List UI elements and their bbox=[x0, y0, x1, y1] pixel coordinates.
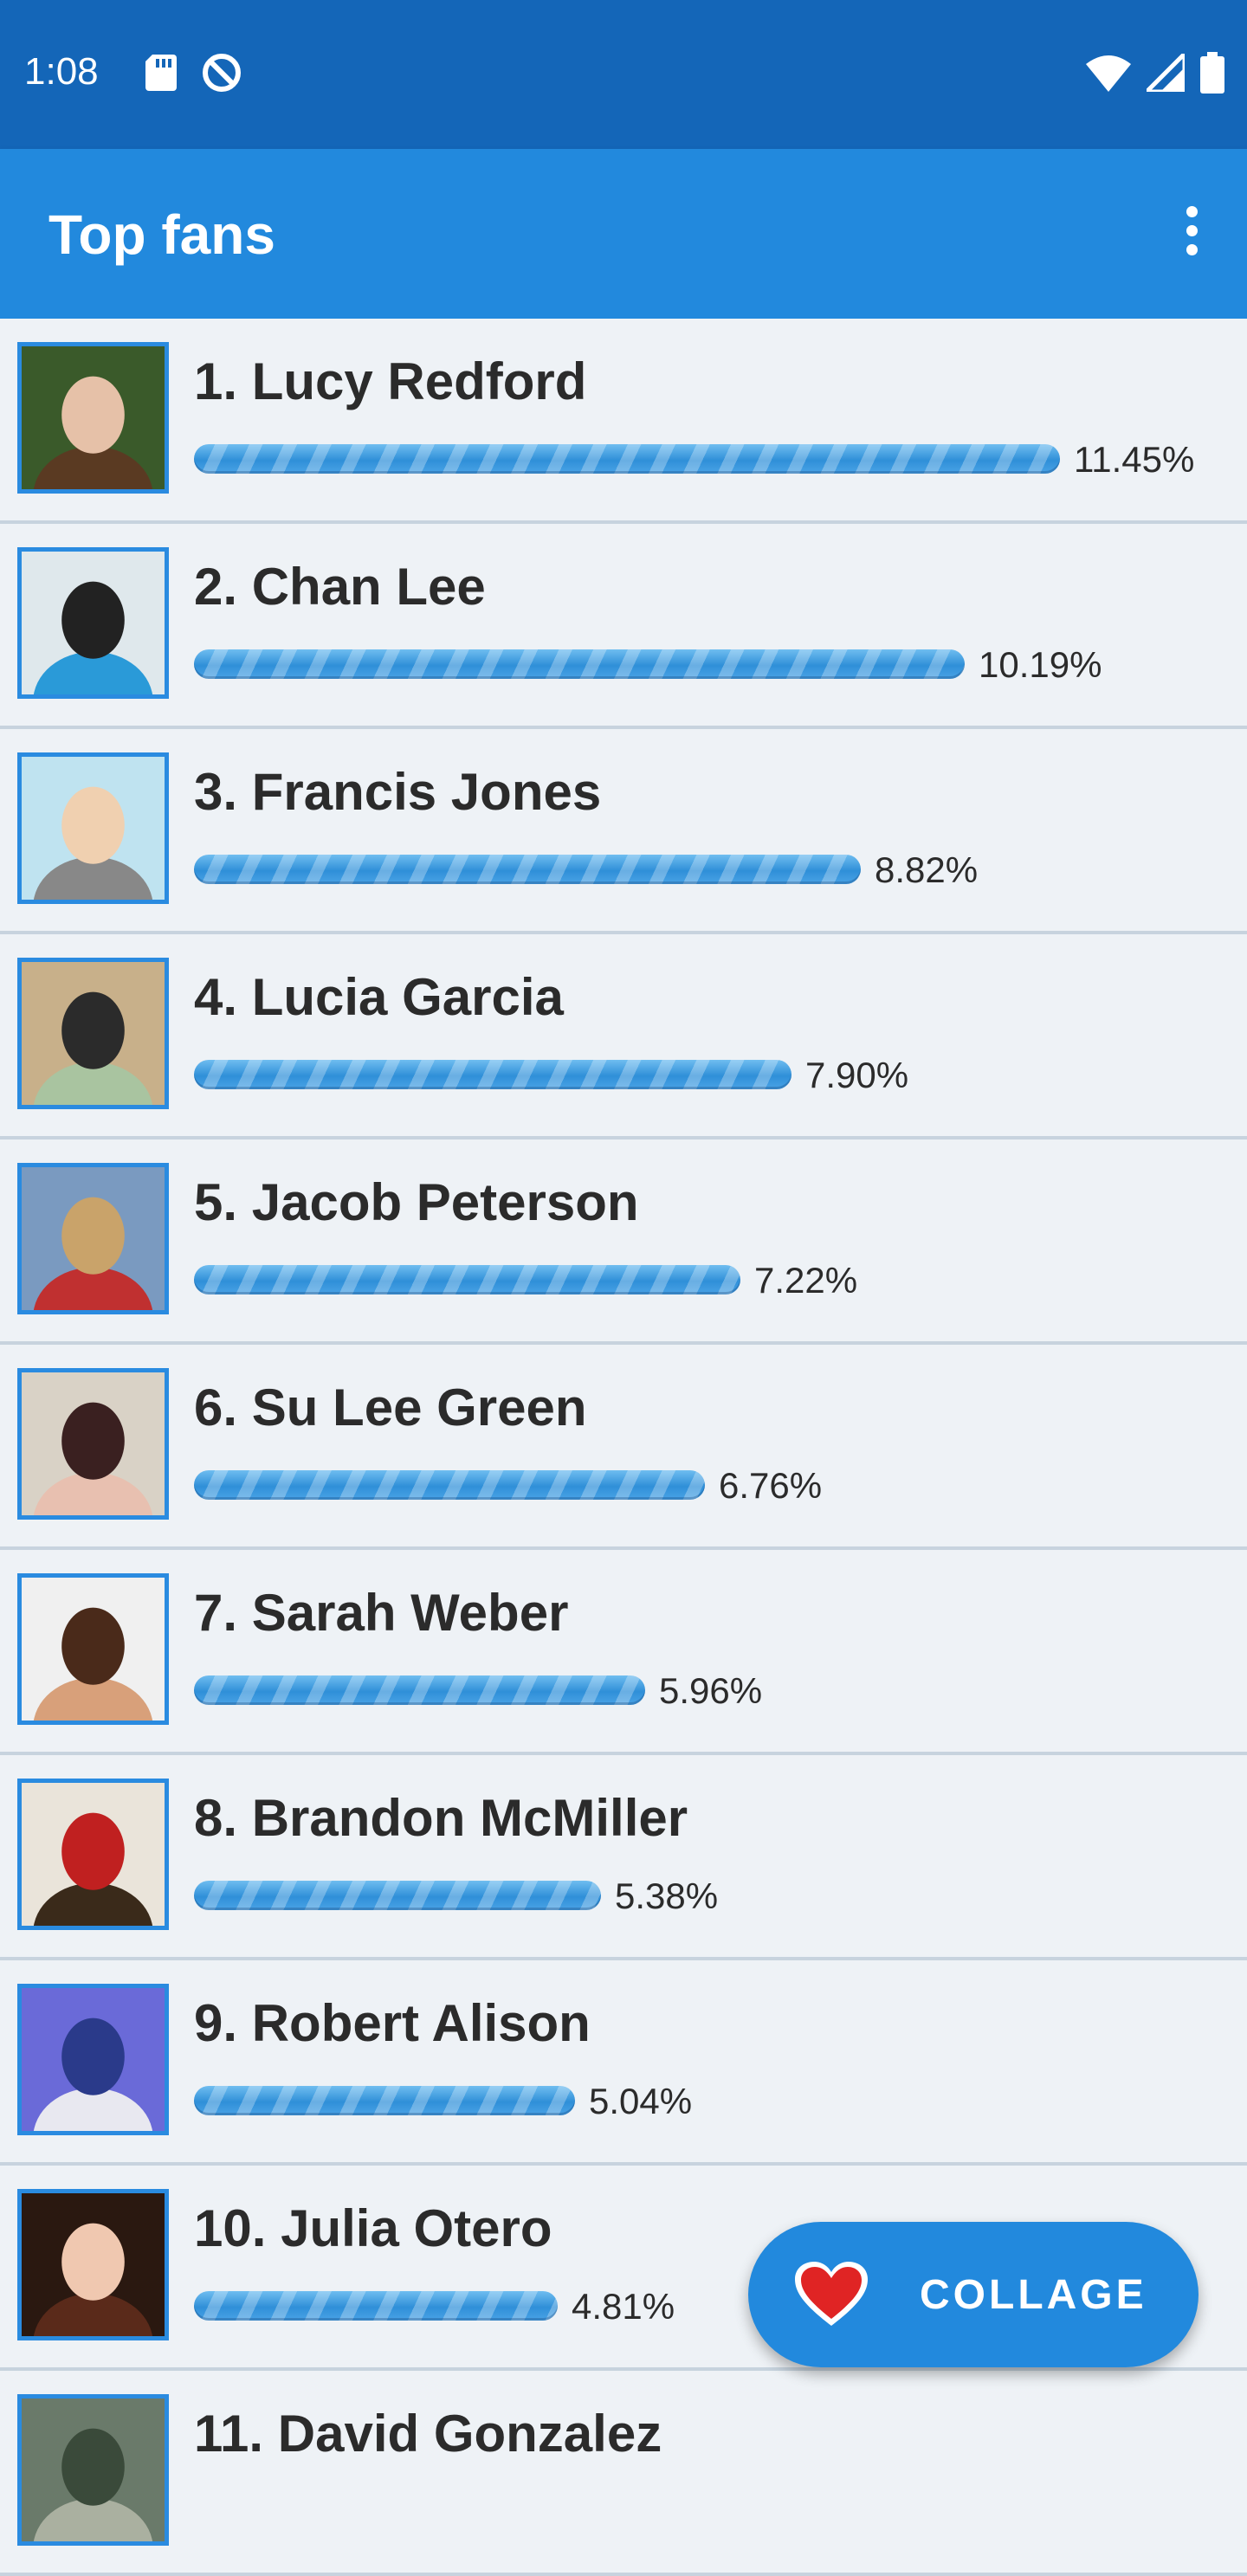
fan-name: 6. Su Lee Green bbox=[194, 1378, 587, 1436]
fan-row[interactable]: 3. Francis Jones 8.82% bbox=[0, 729, 1247, 934]
fan-row[interactable]: 6. Su Lee Green 6.76% bbox=[0, 1345, 1247, 1550]
fan-name: 3. Francis Jones bbox=[194, 763, 602, 821]
share-bar bbox=[194, 855, 861, 884]
share-bar-track: 5.38% bbox=[194, 1876, 1060, 1916]
share-bar bbox=[194, 1470, 705, 1500]
avatar-photo bbox=[22, 1783, 165, 1926]
fan-row[interactable]: 5. Jacob Peterson 7.22% bbox=[0, 1140, 1247, 1345]
fan-name: 9. Robert Alison bbox=[194, 1994, 591, 2052]
avatar[interactable] bbox=[17, 1984, 169, 2135]
avatar-photo bbox=[22, 962, 165, 1105]
fan-name: 7. Sarah Weber bbox=[194, 1584, 569, 1642]
share-percent: 10.19% bbox=[979, 644, 1102, 685]
share-bar-track bbox=[194, 2496, 1060, 2528]
cell-signal-icon bbox=[1147, 54, 1185, 92]
fan-name: 11. David Gonzalez bbox=[194, 2405, 662, 2463]
avatar-photo bbox=[22, 346, 165, 489]
share-percent: 8.82% bbox=[875, 849, 979, 890]
page-title: Top fans bbox=[48, 203, 275, 266]
share-bar-track: 10.19% bbox=[194, 644, 1102, 685]
avatar[interactable] bbox=[17, 1573, 169, 1725]
app-bar: Top fans bbox=[0, 149, 1247, 319]
avatar-photo bbox=[22, 1372, 165, 1515]
share-bar-track: 6.76% bbox=[194, 1465, 1060, 1506]
avatar-photo bbox=[22, 1167, 165, 1310]
share-bar-track: 11.45% bbox=[194, 439, 1194, 480]
fan-row[interactable]: 7. Sarah Weber 5.96% bbox=[0, 1550, 1247, 1755]
avatar[interactable] bbox=[17, 752, 169, 904]
share-bar bbox=[194, 1265, 740, 1294]
share-bar bbox=[194, 2291, 558, 2321]
avatar-photo bbox=[22, 552, 165, 694]
avatar-photo bbox=[22, 757, 165, 900]
avatar[interactable] bbox=[17, 2394, 169, 2546]
fan-row[interactable]: 4. Lucia Garcia 7.90% bbox=[0, 934, 1247, 1140]
share-bar bbox=[194, 444, 1060, 474]
avatar[interactable] bbox=[17, 547, 169, 699]
share-percent: 4.81% bbox=[572, 2286, 675, 2327]
avatar-photo bbox=[22, 2398, 165, 2541]
share-percent: 11.45% bbox=[1074, 439, 1195, 480]
share-percent: 7.90% bbox=[805, 1055, 909, 1095]
fan-name: 2. Chan Lee bbox=[194, 558, 486, 616]
avatar[interactable] bbox=[17, 1163, 169, 1314]
fan-row[interactable]: 1. Lucy Redford 11.45% bbox=[0, 319, 1247, 524]
battery-icon bbox=[1200, 52, 1224, 94]
share-percent: 5.96% bbox=[659, 1670, 763, 1711]
fan-name: 10. Julia Otero bbox=[194, 2199, 552, 2257]
sd-card-icon bbox=[145, 55, 177, 91]
share-bar bbox=[194, 1881, 601, 1910]
heart-icon bbox=[795, 2262, 868, 2326]
avatar[interactable] bbox=[17, 2189, 169, 2340]
fan-name: 4. Lucia Garcia bbox=[194, 968, 564, 1026]
wifi-icon bbox=[1086, 55, 1131, 92]
avatar-photo bbox=[22, 2193, 165, 2336]
share-percent: 6.76% bbox=[719, 1465, 823, 1506]
status-time: 1:08 bbox=[24, 50, 99, 93]
avatar-photo bbox=[22, 1988, 165, 2131]
more-vert-dot bbox=[1186, 244, 1198, 255]
collage-button[interactable]: COLLAGE bbox=[748, 2222, 1199, 2367]
fan-row[interactable]: 8. Brandon McMiller 5.38% bbox=[0, 1755, 1247, 1960]
fan-row[interactable]: 2. Chan Lee 10.19% bbox=[0, 524, 1247, 729]
avatar[interactable] bbox=[17, 1368, 169, 1520]
avatar-photo bbox=[22, 1578, 165, 1721]
share-bar bbox=[194, 1675, 645, 1705]
share-bar-track: 7.22% bbox=[194, 1260, 1060, 1301]
more-vert-icon bbox=[1186, 206, 1198, 217]
more-vert-dot bbox=[1186, 225, 1198, 236]
avatar[interactable] bbox=[17, 1779, 169, 1930]
share-percent: 7.22% bbox=[754, 1260, 858, 1301]
share-percent: 5.04% bbox=[589, 2081, 693, 2121]
share-bar-track: 5.96% bbox=[194, 1670, 1060, 1711]
share-percent: 5.38% bbox=[615, 1876, 719, 1916]
more-options-button[interactable] bbox=[1176, 206, 1207, 261]
no-disturb-icon bbox=[203, 54, 241, 92]
fan-name: 5. Jacob Peterson bbox=[194, 1173, 639, 1231]
share-bar bbox=[194, 2086, 575, 2115]
avatar[interactable] bbox=[17, 342, 169, 494]
status-bar: 1:08 bbox=[0, 0, 1247, 149]
share-bar-track: 7.90% bbox=[194, 1055, 1060, 1095]
avatar[interactable] bbox=[17, 958, 169, 1109]
fan-name: 1. Lucy Redford bbox=[194, 352, 587, 410]
fan-row[interactable]: 11. David Gonzalez bbox=[0, 2371, 1247, 2576]
collage-button-label: COLLAGE bbox=[920, 2271, 1147, 2318]
share-bar bbox=[194, 1060, 791, 1089]
share-bar bbox=[194, 649, 965, 679]
fan-name: 8. Brandon McMiller bbox=[194, 1789, 688, 1847]
share-bar-track: 8.82% bbox=[194, 849, 1060, 890]
share-bar-track: 5.04% bbox=[194, 2081, 1060, 2121]
fan-row[interactable]: 9. Robert Alison 5.04% bbox=[0, 1960, 1247, 2166]
